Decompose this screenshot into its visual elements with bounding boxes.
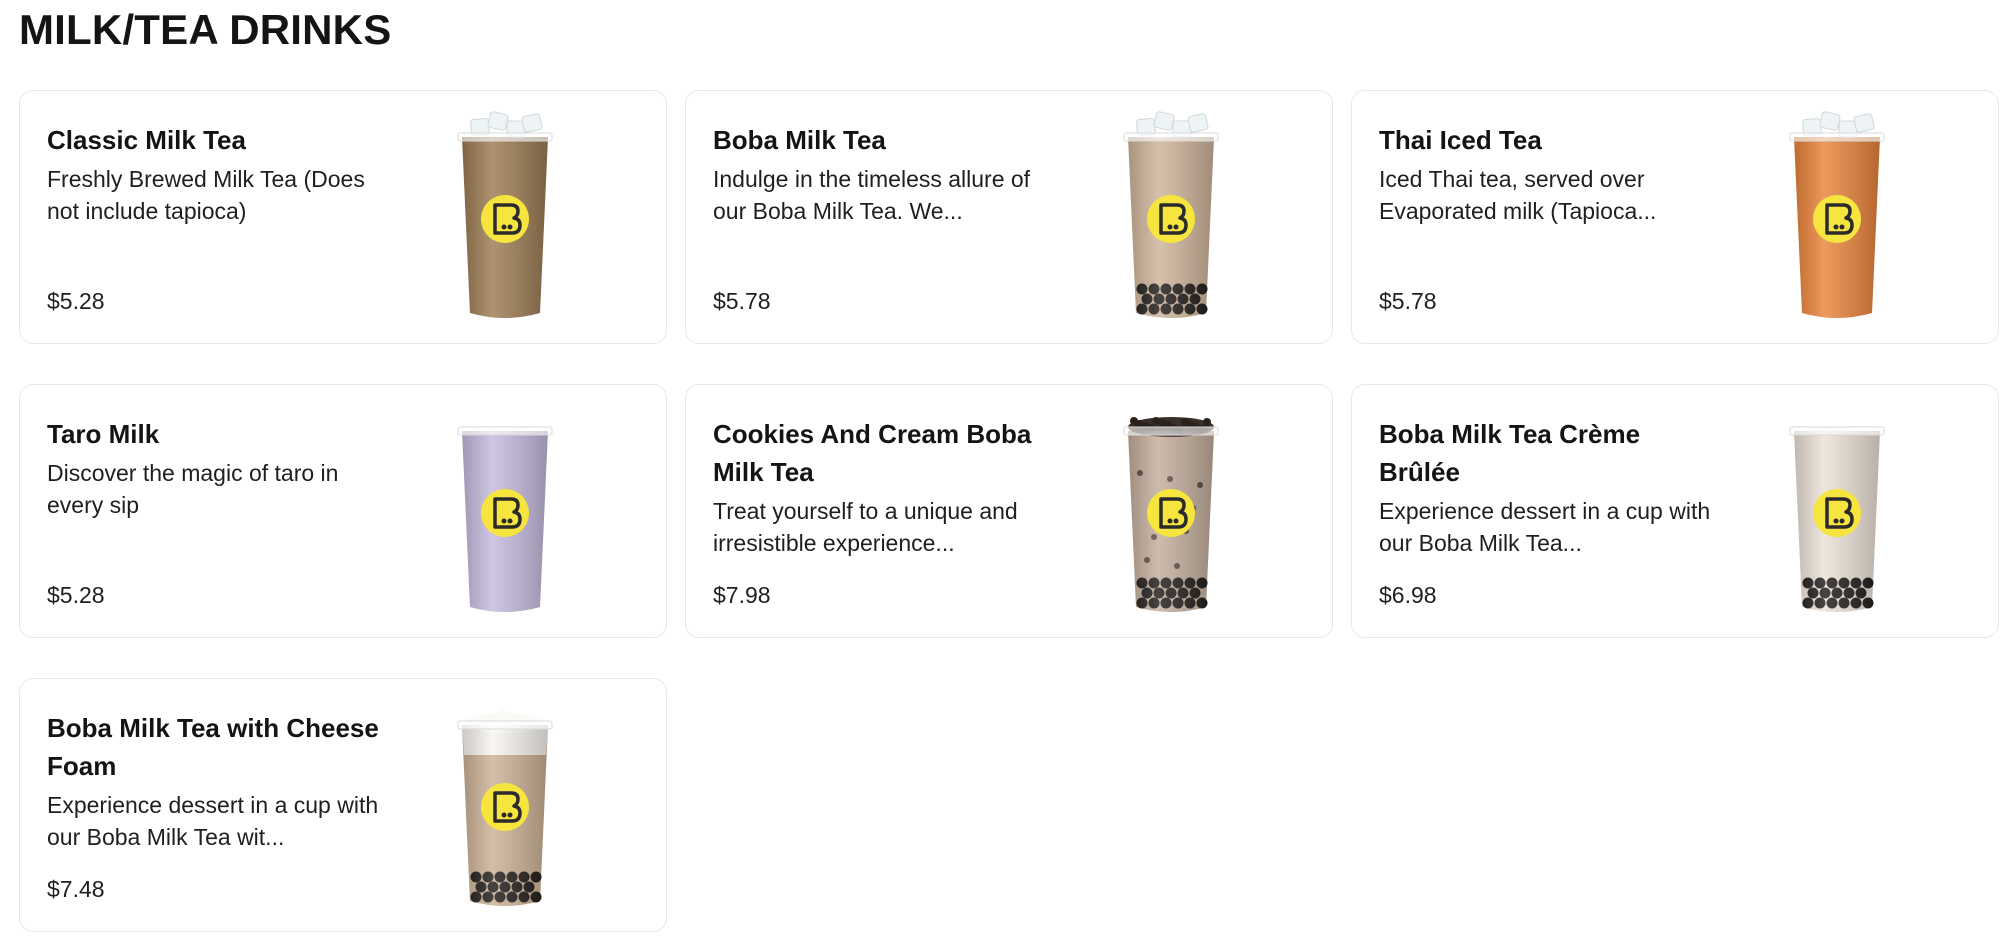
brand-logo-dot bbox=[1173, 224, 1179, 230]
creme-brulee-cup-icon bbox=[1789, 426, 1885, 612]
menu-item-name: Taro Milk bbox=[47, 419, 160, 449]
brand-logo-sticker bbox=[1813, 489, 1861, 537]
brand-logo-dot bbox=[1167, 518, 1173, 524]
cup-rim bbox=[457, 132, 553, 142]
brand-logo-sticker bbox=[1147, 195, 1195, 243]
ice-cube bbox=[1853, 113, 1875, 133]
cup-rim bbox=[457, 426, 553, 436]
ice-cube bbox=[1187, 113, 1209, 133]
cup-rim bbox=[1123, 132, 1219, 142]
brand-logo-sticker bbox=[481, 195, 529, 243]
menu-grid: Classic Milk Tea Freshly Brewed Milk Tea… bbox=[19, 90, 1999, 932]
taro-milk-cup-icon bbox=[457, 426, 553, 612]
menu-item-card[interactable]: Boba Milk Tea Crème Brûlée Experience de… bbox=[1351, 384, 1999, 638]
brand-logo-sticker bbox=[481, 783, 529, 831]
cookies-cream-cup-icon bbox=[1123, 417, 1219, 612]
brand-logo-sticker bbox=[1147, 489, 1195, 537]
menu-item-price: $7.98 bbox=[713, 582, 771, 608]
ice-cube bbox=[487, 111, 509, 131]
brand-logo-dot bbox=[1173, 518, 1179, 524]
cookie-crumb bbox=[1203, 418, 1211, 426]
menu-item-price: $5.28 bbox=[47, 288, 105, 314]
section-title: MILK/TEA DRINKS bbox=[19, 6, 392, 53]
thai-tea-cup-icon bbox=[1789, 111, 1885, 318]
menu-item-description: Experience dessert in a cup with our Bob… bbox=[1379, 498, 1711, 556]
menu-item-description: Experience dessert in a cup with our Bob… bbox=[47, 792, 379, 850]
milk-tea-cup-icon bbox=[457, 111, 553, 318]
cheese-foam-cup-icon bbox=[440, 697, 570, 919]
menu-item-price: $7.48 bbox=[47, 876, 105, 902]
brand-logo-dot bbox=[501, 224, 507, 230]
menu-item-price: $6.98 bbox=[1379, 582, 1437, 608]
menu-item-text: Cookies And Cream Boba Milk Tea Treat yo… bbox=[713, 415, 1048, 609]
brand-logo-sticker bbox=[1813, 195, 1861, 243]
menu-item-description: Indulge in the timeless allure of our Bo… bbox=[713, 166, 1031, 224]
cup-rim bbox=[1123, 426, 1219, 436]
brand-logo-dot bbox=[507, 812, 513, 818]
ice-cube bbox=[1153, 111, 1175, 131]
ice-cube bbox=[1819, 111, 1841, 131]
menu-item-card[interactable]: Boba Milk Tea with Cheese Foam Experienc… bbox=[19, 678, 667, 932]
taro-milk-cup-icon bbox=[440, 403, 570, 625]
cheese-foam-cup-icon bbox=[457, 709, 553, 906]
cookies-cream-cup-icon bbox=[1106, 403, 1236, 625]
menu-item-description: Iced Thai tea, served over Evaporated mi… bbox=[1379, 166, 1657, 224]
brand-logo-dot bbox=[501, 812, 507, 818]
menu-item-card[interactable]: Thai Iced Tea Iced Thai tea, served over… bbox=[1351, 90, 1999, 344]
boba-milk-tea-cup-icon bbox=[1106, 109, 1236, 331]
menu-item-card[interactable]: Taro Milk Discover the magic of taro in … bbox=[19, 384, 667, 638]
boba-milk-tea-cup-icon bbox=[1123, 111, 1219, 318]
menu-item-price: $5.78 bbox=[1379, 288, 1437, 314]
milk-tea-cup-icon bbox=[440, 109, 570, 331]
menu-item-text: Boba Milk Tea Indulge in the timeless al… bbox=[713, 121, 1048, 315]
menu-item-text: Taro Milk Discover the magic of taro in … bbox=[47, 415, 382, 609]
menu-item-name: Cookies And Cream Boba Milk Tea bbox=[713, 419, 1032, 487]
menu-item-text: Boba Milk Tea Crème Brûlée Experience de… bbox=[1379, 415, 1714, 609]
menu-item-text: Boba Milk Tea with Cheese Foam Experienc… bbox=[47, 709, 382, 903]
cup-rim bbox=[457, 720, 553, 730]
menu-item-card[interactable]: Cookies And Cream Boba Milk Tea Treat yo… bbox=[685, 384, 1333, 638]
menu-item-name: Boba Milk Tea bbox=[713, 125, 886, 155]
menu-item-card[interactable]: Classic Milk Tea Freshly Brewed Milk Tea… bbox=[19, 90, 667, 344]
menu-item-price: $5.28 bbox=[47, 582, 105, 608]
creme-brulee-cup-icon bbox=[1772, 403, 1902, 625]
cup-rim bbox=[1789, 426, 1885, 436]
brand-logo-dot bbox=[501, 518, 507, 524]
cup-rim bbox=[1789, 132, 1885, 142]
cookie-crumb bbox=[1152, 417, 1160, 425]
brand-logo-dot bbox=[507, 224, 513, 230]
brand-logo-dot bbox=[1833, 518, 1839, 524]
menu-item-card[interactable]: Boba Milk Tea Indulge in the timeless al… bbox=[685, 90, 1333, 344]
thai-tea-cup-icon bbox=[1772, 109, 1902, 331]
ice-cube bbox=[521, 113, 543, 133]
menu-item-description: Discover the magic of taro in every sip bbox=[47, 460, 339, 518]
menu-item-price: $5.78 bbox=[713, 288, 771, 314]
menu-item-text: Thai Iced Tea Iced Thai tea, served over… bbox=[1379, 121, 1714, 315]
menu-item-name: Boba Milk Tea Crème Brûlée bbox=[1379, 419, 1641, 487]
menu-item-text: Classic Milk Tea Freshly Brewed Milk Tea… bbox=[47, 121, 382, 315]
menu-item-description: Treat yourself to a unique and irresisti… bbox=[713, 498, 1018, 556]
menu-item-name: Thai Iced Tea bbox=[1379, 125, 1542, 155]
brand-logo-dot bbox=[1833, 224, 1839, 230]
brand-logo-dot bbox=[1839, 224, 1845, 230]
brand-logo-sticker bbox=[481, 489, 529, 537]
menu-item-name: Boba Milk Tea with Cheese Foam bbox=[47, 713, 379, 781]
brand-logo-dot bbox=[1839, 518, 1845, 524]
brand-logo-dot bbox=[507, 518, 513, 524]
brand-logo-dot bbox=[1167, 224, 1173, 230]
menu-item-name: Classic Milk Tea bbox=[47, 125, 246, 155]
menu-item-description: Freshly Brewed Milk Tea (Does not includ… bbox=[47, 166, 365, 224]
